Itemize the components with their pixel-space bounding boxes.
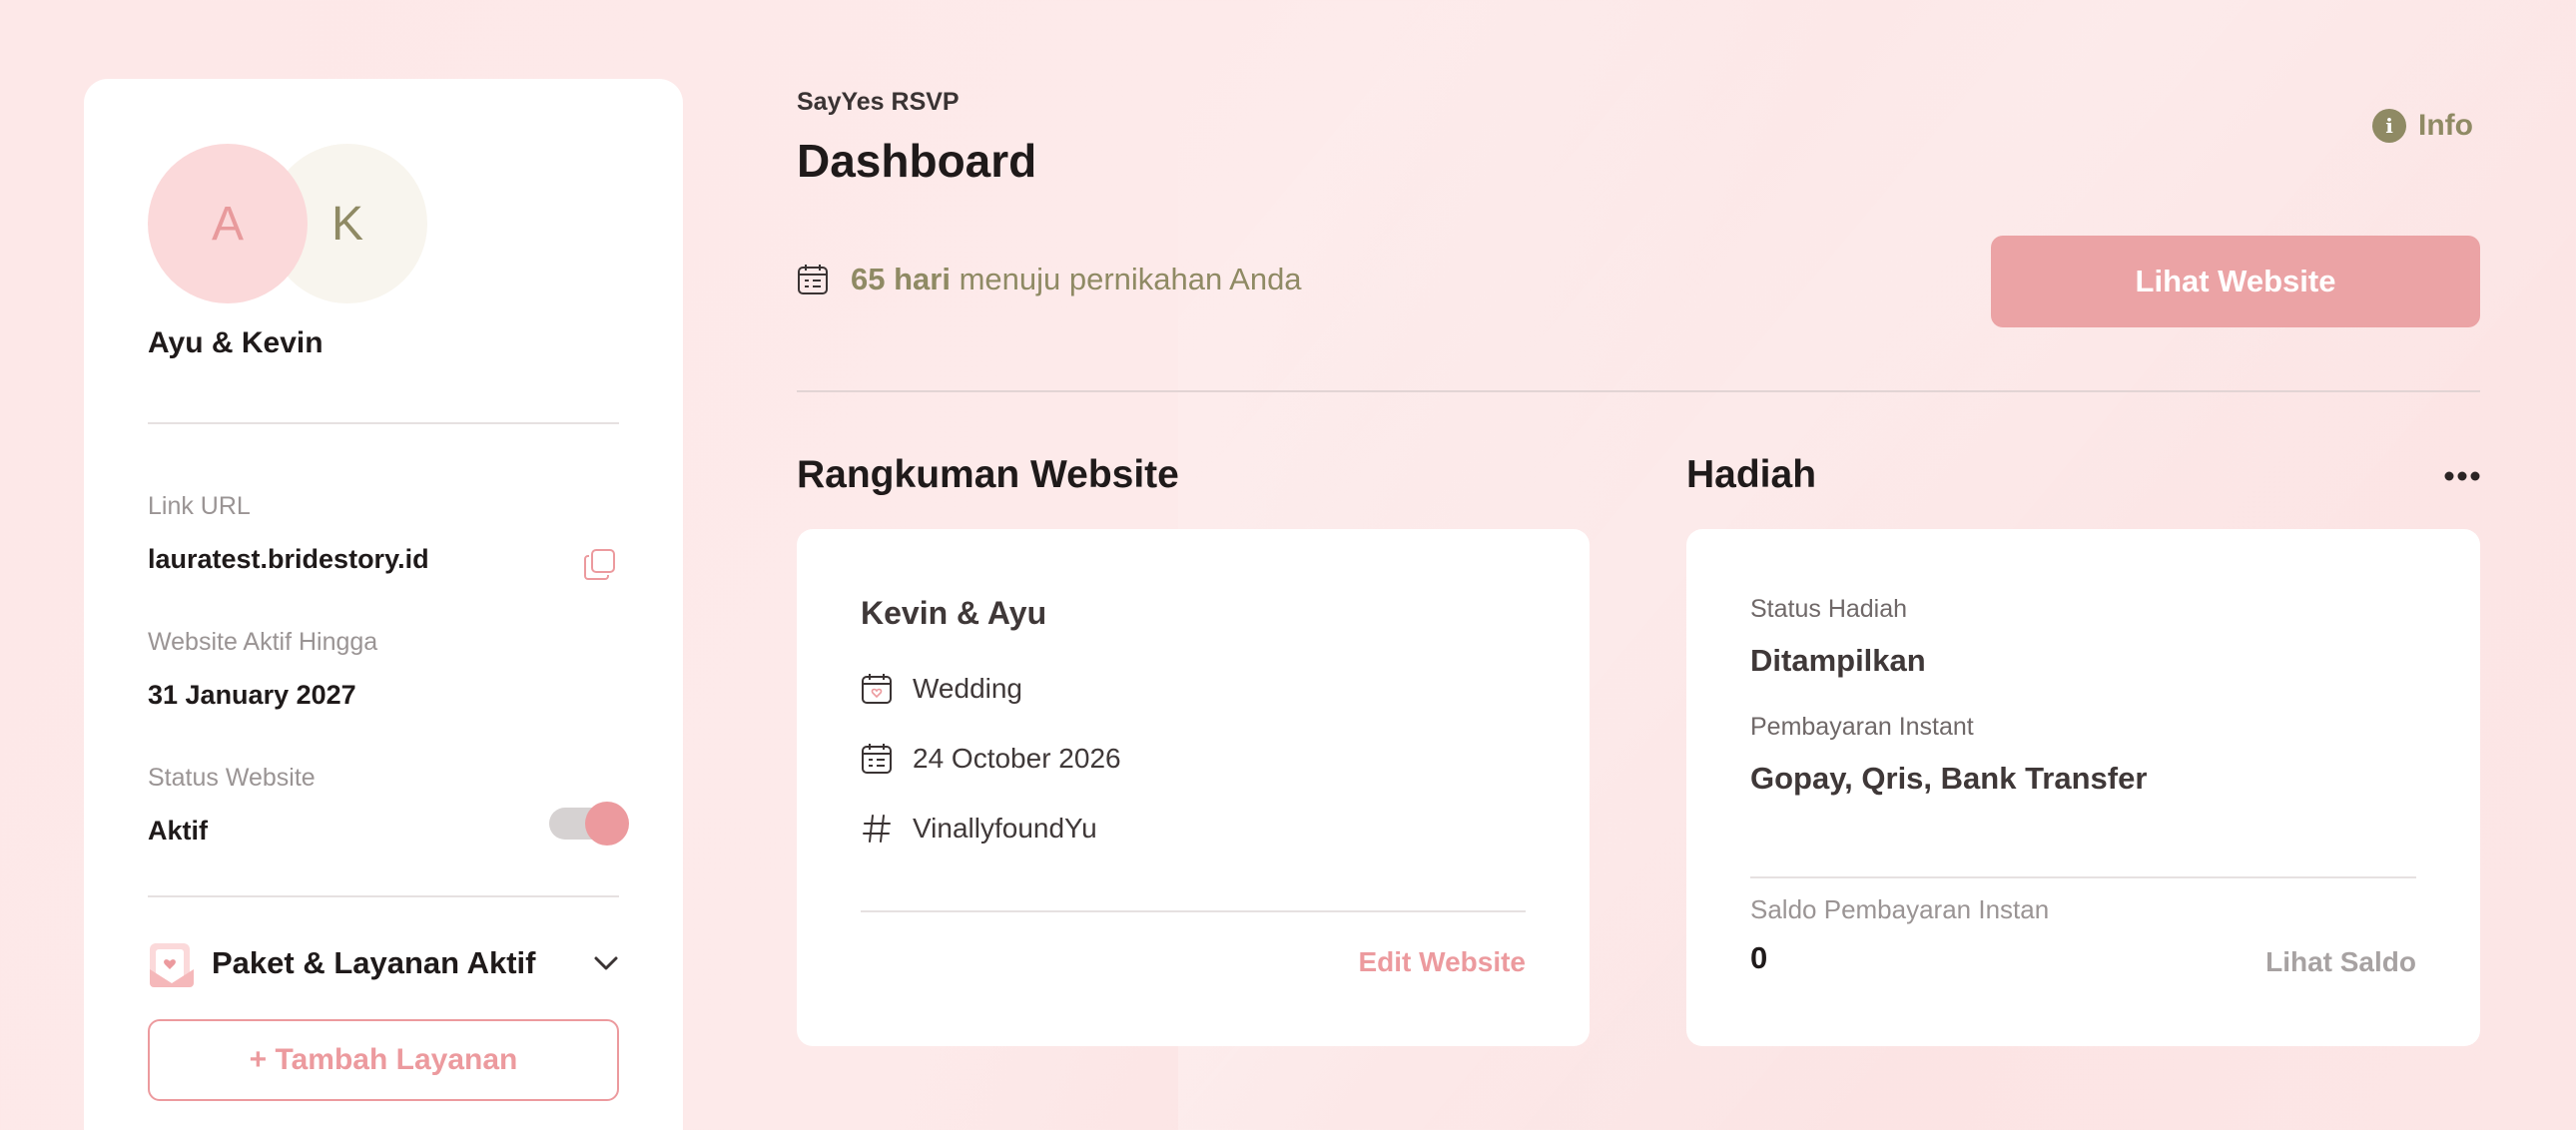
summary-event-type: Wedding bbox=[913, 673, 1023, 704]
gift-card: Status Hadiah Ditampilkan Pembayaran Ins… bbox=[1686, 529, 2480, 1046]
calendar-icon bbox=[862, 744, 892, 774]
info-label: Info bbox=[2418, 109, 2473, 142]
toggle-knob bbox=[585, 802, 629, 846]
paket-layanan-title[interactable]: Paket & Layanan Aktif bbox=[212, 945, 535, 981]
info-button[interactable]: i Info bbox=[2372, 108, 2473, 144]
avatar-bride: A bbox=[148, 144, 308, 303]
page-title: Dashboard bbox=[797, 135, 1037, 187]
calendar-icon bbox=[798, 265, 828, 294]
link-url-value[interactable]: lauratest.bridestory.id bbox=[148, 544, 429, 575]
summary-event-type-row: Wedding bbox=[861, 673, 1022, 705]
chevron-down-icon[interactable] bbox=[591, 948, 621, 978]
gift-status-value: Ditampilkan bbox=[1750, 643, 1926, 678]
header-divider bbox=[797, 390, 2480, 392]
sidebar: A K Ayu & Kevin Link URL lauratest.bride… bbox=[84, 79, 683, 1130]
summary-divider bbox=[861, 910, 1526, 912]
sidebar-divider bbox=[148, 422, 619, 424]
summary-hashtag-row: VinallyfoundYu bbox=[861, 813, 1097, 845]
countdown-days: 65 hari bbox=[851, 262, 951, 296]
summary-event-date: 24 October 2026 bbox=[913, 743, 1121, 774]
gift-status-label: Status Hadiah bbox=[1750, 595, 1908, 623]
hadiah-title: Hadiah bbox=[1686, 453, 1817, 496]
invitation-card-icon bbox=[150, 943, 194, 987]
active-until-value: 31 January 2027 bbox=[148, 680, 356, 710]
countdown-rest: menuju pernikahan Anda bbox=[950, 262, 1302, 296]
brand-name: SayYes RSVP bbox=[797, 88, 960, 116]
link-url-label: Link URL bbox=[148, 492, 251, 520]
lihat-saldo-link[interactable]: Lihat Saldo bbox=[2265, 946, 2416, 978]
couple-avatars: A K bbox=[148, 144, 447, 303]
lihat-website-button[interactable]: Lihat Website bbox=[1991, 236, 2480, 327]
sidebar-divider bbox=[148, 895, 619, 897]
edit-website-link[interactable]: Edit Website bbox=[1358, 946, 1526, 978]
wedding-countdown: 65 hari menuju pernikahan Anda bbox=[797, 262, 1302, 297]
more-horizontal-icon[interactable] bbox=[2442, 461, 2482, 491]
status-website-value: Aktif bbox=[148, 816, 208, 846]
active-until-label: Website Aktif Hingga bbox=[148, 628, 378, 656]
calendar-heart-icon bbox=[862, 674, 892, 704]
instant-payment-value: Gopay, Qris, Bank Transfer bbox=[1750, 761, 2148, 796]
copy-icon[interactable] bbox=[583, 547, 617, 581]
status-toggle[interactable] bbox=[549, 802, 629, 846]
hashtag-icon bbox=[863, 815, 891, 843]
info-icon: i bbox=[2372, 109, 2406, 143]
countdown-text: 65 hari menuju pernikahan Anda bbox=[851, 262, 1302, 297]
website-summary-card: Kevin & Ayu Wedding 24 October 2026 Vina… bbox=[797, 529, 1590, 1046]
summary-event-date-row: 24 October 2026 bbox=[861, 743, 1121, 775]
saldo-value: 0 bbox=[1750, 940, 1768, 975]
instant-payment-label: Pembayaran Instant bbox=[1750, 713, 1974, 741]
gift-divider bbox=[1750, 876, 2416, 878]
rangkuman-website-title: Rangkuman Website bbox=[797, 453, 1179, 496]
couple-name: Ayu & Kevin bbox=[148, 326, 323, 359]
saldo-label: Saldo Pembayaran Instan bbox=[1750, 894, 2050, 924]
status-website-label: Status Website bbox=[148, 764, 316, 792]
tambah-layanan-button[interactable]: + Tambah Layanan bbox=[148, 1019, 619, 1101]
summary-couple-name: Kevin & Ayu bbox=[861, 595, 1047, 631]
summary-hashtag: VinallyfoundYu bbox=[913, 813, 1097, 844]
